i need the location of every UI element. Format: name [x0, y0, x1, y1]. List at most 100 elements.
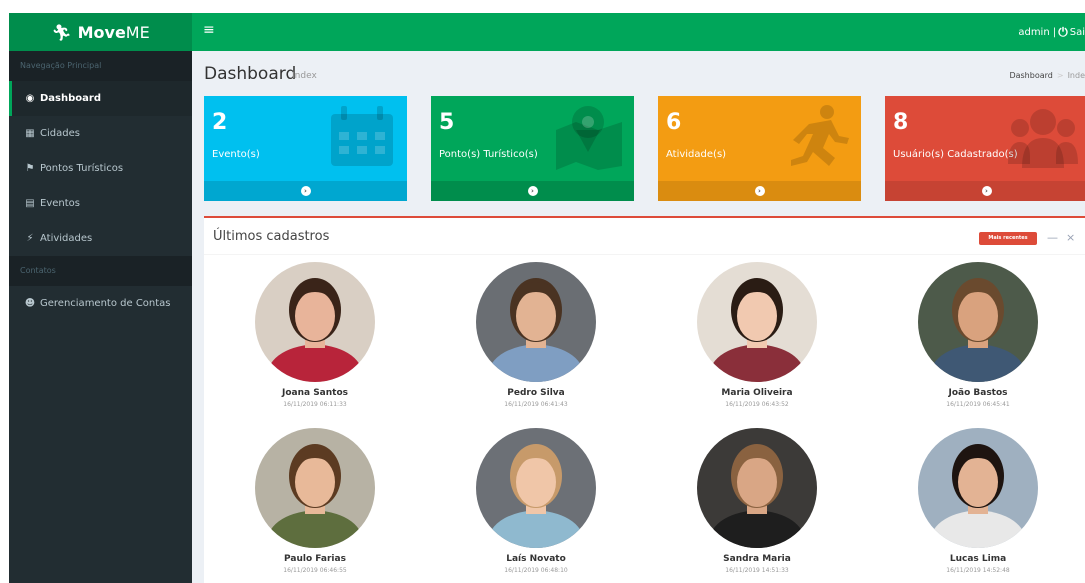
avatar[interactable]	[918, 428, 1038, 548]
avatar-image	[476, 428, 596, 548]
breadcrumb: Dashboard > Inde	[1009, 71, 1085, 80]
user-card[interactable]: Joana Santos 16/11/2019 06:11:33	[235, 262, 395, 408]
sidebar-item-gerenciamento-contas[interactable]: ☻ Gerenciamento de Contas	[9, 286, 192, 321]
sidebar-item-cidades[interactable]: ▦ Cidades	[9, 116, 192, 151]
user-menu[interactable]: admin | ⏻ Sai	[1018, 25, 1085, 40]
avatar[interactable]	[918, 262, 1038, 382]
user-date: 16/11/2019 06:48:10	[504, 567, 568, 574]
user-date: 16/11/2019 14:51:33	[725, 567, 789, 574]
user-name[interactable]: Maria Oliveira	[677, 388, 837, 398]
stat-box-usuarios: 8 Usuário(s) Cadastrado(s) ›	[885, 96, 1085, 201]
user-card[interactable]: Laís Novato 16/11/2019 06:48:10	[456, 428, 616, 574]
sidebar-item-label: Gerenciamento de Contas	[40, 298, 171, 309]
arrow-circle-right-icon[interactable]: ›	[754, 186, 765, 196]
map-icon	[556, 106, 622, 170]
stat-box-pontos-turisticos: 5 Ponto(s) Turístico(s) ›	[431, 96, 634, 201]
user-card[interactable]: Paulo Farias 16/11/2019 06:46:55	[235, 428, 395, 574]
user-card[interactable]: João Bastos 16/11/2019 06:45:41	[898, 262, 1058, 408]
stat-label: Usuário(s) Cadastrado(s)	[893, 149, 1018, 160]
menu-toggle-icon[interactable]: ≡	[203, 22, 215, 38]
recent-registrations-panel: Últimos cadastros Mais recentes — × Joan…	[204, 216, 1085, 583]
stat-box-footer[interactable]: ›	[431, 181, 634, 201]
stat-box-atividades: 6 Atividade(s) ›	[658, 96, 861, 201]
logout-link[interactable]: Sai	[1070, 27, 1085, 38]
close-icon[interactable]: ×	[1066, 231, 1075, 244]
avatar[interactable]	[697, 428, 817, 548]
sidebar-item-eventos[interactable]: ▤ Eventos	[9, 186, 192, 221]
top-navbar: 🏃︎ Move ME ≡ admin | ⏻ Sai	[9, 13, 1085, 51]
avatar[interactable]	[476, 428, 596, 548]
page-title: Dashboard	[204, 64, 297, 84]
panel-title: Últimos cadastros	[213, 229, 330, 244]
sidebar-item-label: Cidades	[40, 128, 80, 139]
user-card[interactable]: Maria Oliveira 16/11/2019 06:43:52	[677, 262, 837, 408]
arrow-circle-right-icon[interactable]: ›	[527, 186, 538, 196]
page-subtitle: Index	[292, 71, 317, 81]
sidebar-item-label: Atividades	[40, 233, 93, 244]
arrow-circle-right-icon[interactable]: ›	[300, 186, 311, 196]
stat-box-footer[interactable]: ›	[658, 181, 861, 201]
avatar[interactable]	[476, 262, 596, 382]
running-person-icon: 🏃︎	[51, 22, 72, 42]
avatar-image	[476, 262, 596, 382]
sidebar-item-label: Pontos Turísticos	[40, 163, 124, 174]
user-name[interactable]: Lucas Lima	[898, 554, 1058, 564]
breadcrumb-current: Inde	[1067, 71, 1085, 80]
avatar-image	[255, 428, 375, 548]
calendar-icon	[331, 106, 393, 166]
avatar-image	[918, 428, 1038, 548]
user-card[interactable]: Sandra Maria 16/11/2019 14:51:33	[677, 428, 837, 574]
avatar[interactable]	[697, 262, 817, 382]
breadcrumb-home[interactable]: Dashboard	[1009, 71, 1052, 80]
user-date: 16/11/2019 06:41:43	[504, 401, 568, 408]
running-icon: ⚡	[26, 233, 34, 244]
sidebar-item-pontos-turisticos[interactable]: ⚑ Pontos Turísticos	[9, 151, 192, 186]
user-date: 16/11/2019 14:52:48	[946, 567, 1010, 574]
sidebar-item-atividades[interactable]: ⚡ Atividades	[9, 221, 192, 256]
panel-divider	[204, 254, 1085, 255]
user-date: 16/11/2019 06:43:52	[725, 401, 789, 408]
users-icon	[1008, 109, 1078, 168]
running-icon	[791, 105, 849, 166]
stat-box-footer[interactable]: ›	[885, 181, 1085, 201]
stat-value: 8	[893, 110, 909, 135]
stat-label: Evento(s)	[212, 149, 260, 160]
city-icon: ▦	[25, 128, 35, 139]
map-pin-icon: ⚑	[25, 163, 35, 174]
user-name[interactable]: admin |	[1018, 27, 1056, 38]
user-date: 16/11/2019 06:46:55	[283, 567, 347, 574]
stat-label: Atividade(s)	[666, 149, 727, 160]
sidebar-section-accounts: Contatos	[9, 256, 192, 286]
user-name[interactable]: Joana Santos	[235, 388, 395, 398]
sidebar-section-main: Navegação Principal	[9, 51, 192, 81]
stat-value: 6	[666, 110, 682, 135]
sidebar-item-dashboard[interactable]: ◉ Dashboard	[9, 81, 192, 116]
user-name[interactable]: Sandra Maria	[677, 554, 837, 564]
user-card[interactable]: Lucas Lima 16/11/2019 14:52:48	[898, 428, 1058, 574]
brand-name-rest: ME	[125, 22, 150, 42]
stat-label: Ponto(s) Turístico(s)	[439, 149, 538, 160]
user-name[interactable]: Pedro Silva	[456, 388, 616, 398]
user-name[interactable]: Laís Novato	[456, 554, 616, 564]
user-card[interactable]: Pedro Silva 16/11/2019 06:41:43	[456, 262, 616, 408]
user-name[interactable]: Paulo Farias	[235, 554, 395, 564]
user-name[interactable]: João Bastos	[898, 388, 1058, 398]
user-date: 16/11/2019 06:45:41	[946, 401, 1010, 408]
stat-value: 2	[212, 110, 228, 135]
avatar[interactable]	[255, 428, 375, 548]
avatar-image	[697, 428, 817, 548]
stat-box-footer[interactable]: ›	[204, 181, 407, 201]
avatar[interactable]	[255, 262, 375, 382]
breadcrumb-separator: >	[1056, 71, 1064, 80]
recent-badge: Mais recentes	[979, 232, 1037, 245]
sidebar: Navegação Principal ◉ Dashboard ▦ Cidade…	[9, 51, 192, 583]
power-icon[interactable]: ⏻	[1058, 25, 1068, 40]
arrow-circle-right-icon[interactable]: ›	[981, 186, 992, 196]
calendar-icon: ▤	[25, 198, 35, 209]
users-icon: ☻	[24, 298, 36, 309]
user-date: 16/11/2019 06:11:33	[283, 401, 347, 408]
avatar-image	[918, 262, 1038, 382]
dashboard-icon: ◉	[25, 93, 35, 104]
collapse-icon[interactable]: —	[1047, 231, 1058, 244]
brand-logo[interactable]: 🏃︎ Move ME	[9, 13, 192, 51]
